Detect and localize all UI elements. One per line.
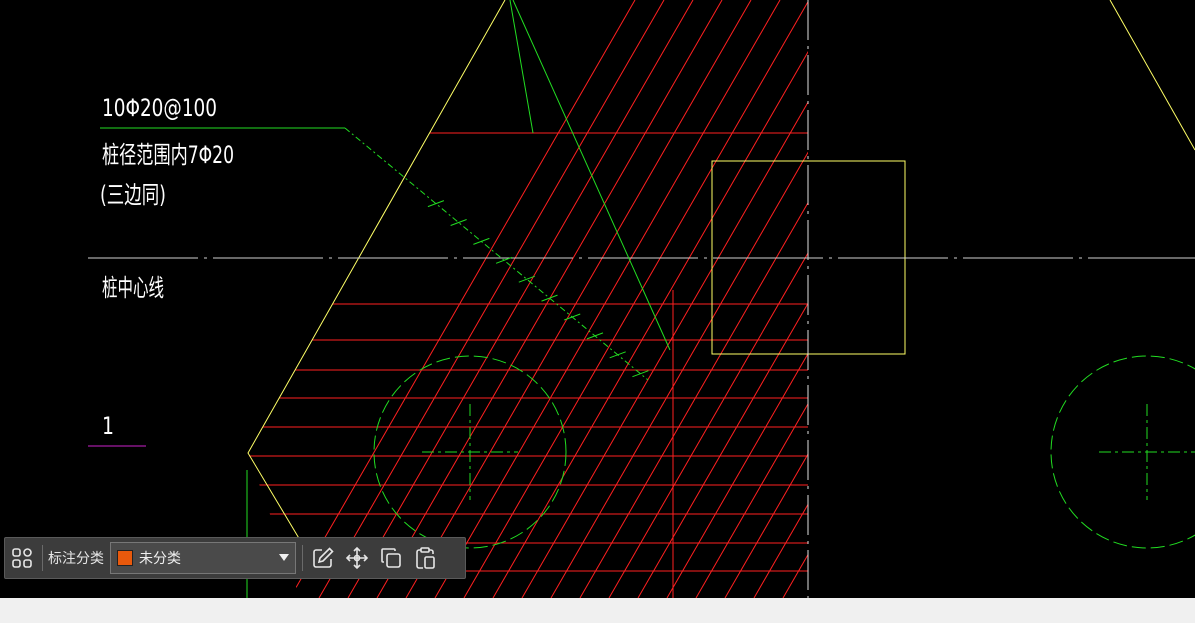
- leader-tick: [450, 219, 467, 226]
- hatch-line: [289, 0, 636, 598]
- cad-drawing: 10Φ20@100 桩径范围内7Φ20 (三边同) 桩中心线 1: [88, 0, 1195, 598]
- edit-button[interactable]: [306, 541, 340, 575]
- edit-icon: [313, 547, 334, 568]
- category-dropdown[interactable]: 未分类: [110, 542, 296, 574]
- hatch-line: [841, 0, 1186, 598]
- hatch-line: [608, 0, 808, 598]
- paste-button[interactable]: [408, 541, 442, 575]
- hatch-line: [550, 0, 808, 598]
- pile-cap-outline-right: [1109, 0, 1195, 151]
- category-color-swatch: [117, 550, 133, 566]
- three-sides-text: (三边同): [100, 181, 166, 209]
- hatch-line: [492, 0, 808, 598]
- leader-tick: [586, 332, 604, 340]
- pile-center-cross-right: [1099, 404, 1195, 500]
- leader-tick: [609, 351, 626, 359]
- status-bar: [0, 598, 1195, 623]
- hatch-line: [637, 0, 808, 598]
- paste-icon: [416, 547, 435, 569]
- hatch-line: [695, 0, 808, 598]
- cad-drawing-canvas[interactable]: 10Φ20@100 桩径范围内7Φ20 (三边同) 桩中心线 1 标注分类 未分…: [0, 0, 1195, 598]
- hatch-line: [957, 0, 1195, 598]
- leader-tick: [564, 313, 581, 321]
- leader-tick: [541, 294, 558, 302]
- pile-cap-outline: [247, 0, 506, 541]
- copy-button[interactable]: [374, 541, 408, 575]
- hatch-line: [753, 0, 808, 598]
- chevron-down-icon: [279, 554, 289, 561]
- move-icon: [345, 546, 369, 570]
- toolbar-separator: [302, 545, 303, 571]
- hatch-line: [1015, 0, 1195, 598]
- hatch-line: [405, 0, 752, 598]
- move-button[interactable]: [340, 541, 374, 575]
- copy-icon: [381, 548, 401, 568]
- hatch-line: [579, 0, 808, 598]
- toolbar-separator: [42, 545, 43, 571]
- hatch-line: [463, 0, 808, 598]
- annotation-toolbar: 标注分类 未分类: [4, 537, 466, 579]
- hatch-line: [812, 0, 1157, 598]
- grid-layout-icon: [12, 548, 32, 568]
- grid-layout-button[interactable]: [5, 541, 39, 575]
- hatch-line: [521, 0, 808, 598]
- hatch-line: [347, 0, 694, 598]
- hatch-line: [724, 0, 808, 598]
- leader-lines: [100, 0, 671, 598]
- hatch-line: [434, 0, 781, 598]
- category-dropdown-value: 未分类: [139, 551, 181, 567]
- hatch-line: [899, 0, 1195, 598]
- hatch-line: [376, 0, 723, 598]
- hatch-line: [986, 0, 1195, 598]
- hatch-line: [870, 0, 1195, 598]
- leader-tick: [632, 370, 649, 378]
- pile-centerline-text: 桩中心线: [102, 274, 164, 302]
- hatch-line: [928, 0, 1195, 598]
- hatch-line: [782, 0, 808, 598]
- section-mark-text: 1: [102, 412, 114, 440]
- annotation-category-label: 标注分类: [48, 551, 104, 567]
- pile-range-text: 桩径范围内7Φ20: [102, 141, 234, 169]
- hatch-line: [318, 0, 665, 598]
- pile-center-cross-left: [422, 404, 518, 500]
- leader-tick: [427, 200, 445, 208]
- hatch-line: [666, 0, 808, 598]
- rebar-hatch: [248, 0, 1195, 598]
- rebar-spec-text: 10Φ20@100: [102, 94, 217, 122]
- leader-tick: [473, 237, 490, 245]
